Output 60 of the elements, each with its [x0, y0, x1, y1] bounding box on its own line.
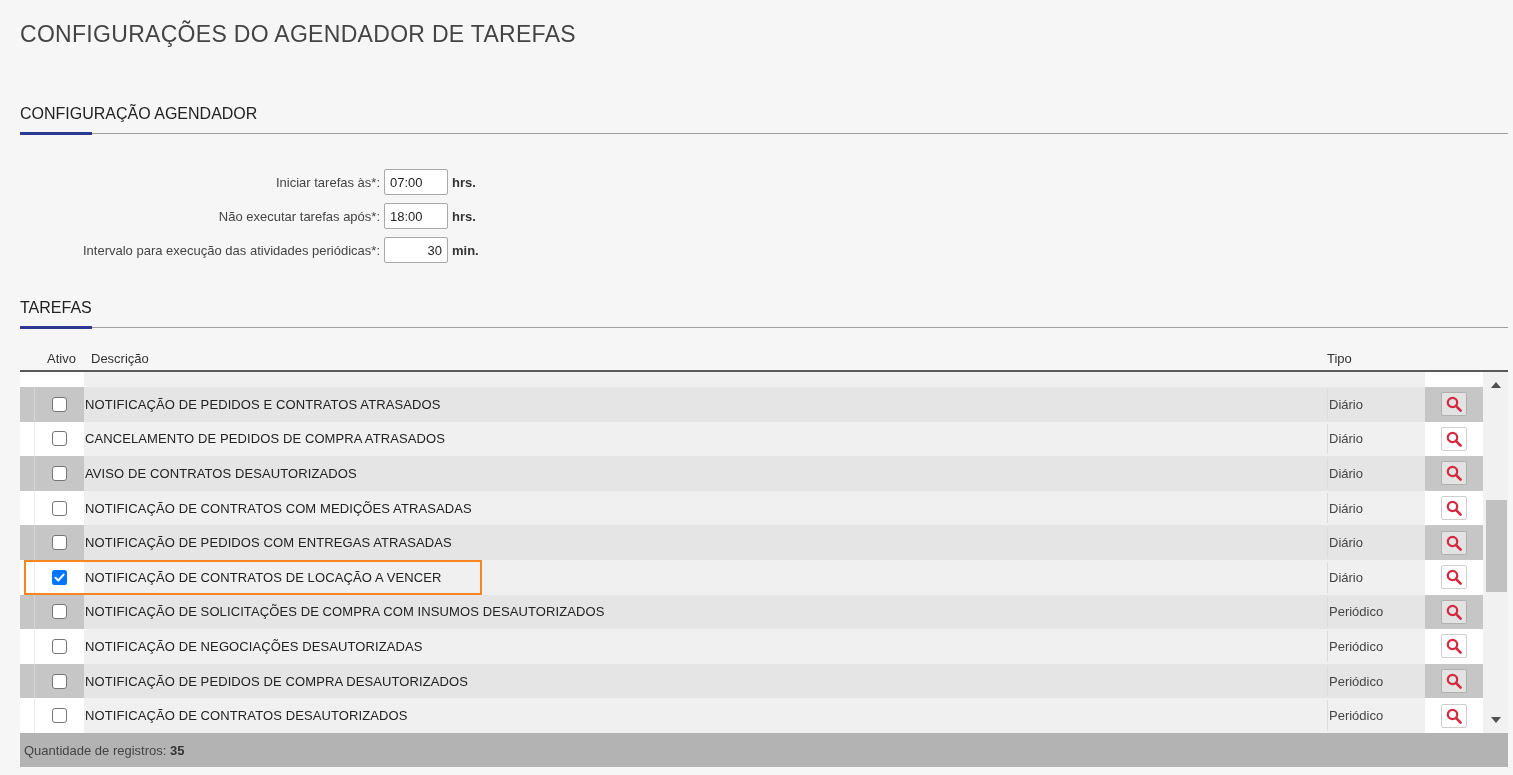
search-button[interactable]: [1441, 634, 1467, 659]
scrollbar-track[interactable]: [1483, 372, 1508, 733]
search-button[interactable]: [1441, 496, 1467, 521]
table-cell: NOTIFICAÇÃO DE PEDIDOS COM ENTREGAS ATRASADAS: [84, 535, 452, 551]
search-icon: [1446, 707, 1462, 724]
table-cell: AVISO DE CONTRATOS DESAUTORIZADOS: [84, 466, 357, 481]
record-count: Quantidade de registros: 35: [24, 742, 185, 758]
checkbox[interactable]: [52, 396, 67, 412]
page-title: CONFIGURAÇÕES DO AGENDADOR DE TAREFAS: [20, 19, 576, 49]
checkbox[interactable]: [52, 500, 67, 516]
checkbox[interactable]: [52, 535, 67, 551]
search-icon: [1446, 500, 1462, 517]
search-button[interactable]: [1441, 392, 1467, 417]
table-cell: NOTIFICAÇÃO DE CONTRATOS DESAUTORIZADOS: [84, 708, 408, 724]
search-icon: [1446, 569, 1462, 586]
search-icon: [1446, 430, 1462, 447]
search-button[interactable]: [1441, 565, 1467, 590]
scroll-down-icon[interactable]: [1490, 717, 1501, 723]
field-label: Iniciar tarefas às*:: [275, 174, 380, 190]
checkbox[interactable]: [52, 673, 67, 689]
table-cell: NOTIFICAÇÃO DE PEDIDOS E CONTRATOS ATRASADOS: [84, 396, 441, 412]
table-cell: CANCELAMENTO DE PEDIDOS DE COMPRA ATRASADOS: [84, 431, 445, 447]
checkbox[interactable]: [52, 569, 67, 585]
search-button[interactable]: [1441, 703, 1467, 728]
search-icon: [1446, 465, 1462, 482]
column-header: Tipo: [1327, 350, 1352, 366]
checkbox[interactable]: [52, 466, 67, 481]
section-heading: TAREFAS: [20, 298, 92, 318]
scrollbar-thumb[interactable]: [1486, 500, 1507, 592]
table-cell: NOTIFICAÇÃO DE SOLICITAÇÕES DE COMPRA COM INSUMOS DESAUTORIZADOS: [84, 604, 605, 620]
search-button[interactable]: [1441, 599, 1467, 624]
checkbox[interactable]: [52, 638, 67, 654]
checkbox[interactable]: [52, 431, 67, 447]
field-label: Não executar tarefas após*:: [218, 208, 380, 224]
table-cell: NOTIFICAÇÃO DE PEDIDOS DE COMPRA DESAUTORIZADOS: [84, 673, 468, 689]
search-button[interactable]: [1441, 530, 1467, 555]
field-label: Intervalo para execução das atividades periódicas*:: [83, 242, 380, 258]
section-heading: CONFIGURAÇÃO AGENDADOR: [20, 103, 258, 124]
search-icon: [1446, 396, 1462, 413]
table-cell: NOTIFICAÇÃO DE CONTRATOS COM MEDIÇÕES ATRASADAS: [84, 500, 472, 516]
unit-label: hrs.: [452, 208, 476, 224]
checkbox[interactable]: [52, 604, 67, 620]
scroll-up-icon[interactable]: [1490, 382, 1501, 388]
search-button[interactable]: [1441, 669, 1467, 694]
unit-label: hrs.: [452, 174, 476, 190]
unit-label: min.: [452, 242, 479, 258]
table-cell: NOTIFICAÇÃO DE NEGOCIAÇÕES DESAUTORIZADAS: [84, 638, 423, 654]
input-field[interactable]: 07:00: [384, 169, 448, 195]
checkbox[interactable]: [52, 708, 67, 724]
input-field[interactable]: 18:00: [384, 203, 448, 229]
search-button[interactable]: [1441, 426, 1467, 451]
column-header: Descrição: [90, 350, 149, 366]
search-icon: [1446, 534, 1462, 551]
search-icon: [1446, 638, 1462, 655]
search-button[interactable]: [1441, 461, 1467, 486]
table-cell: NOTIFICAÇÃO DE CONTRATOS DE LOCAÇÃO A VENCER: [84, 569, 442, 585]
search-icon: [1446, 603, 1462, 620]
column-header: Ativo: [46, 350, 76, 366]
input-field[interactable]: 30: [384, 237, 448, 263]
search-icon: [1446, 673, 1462, 690]
